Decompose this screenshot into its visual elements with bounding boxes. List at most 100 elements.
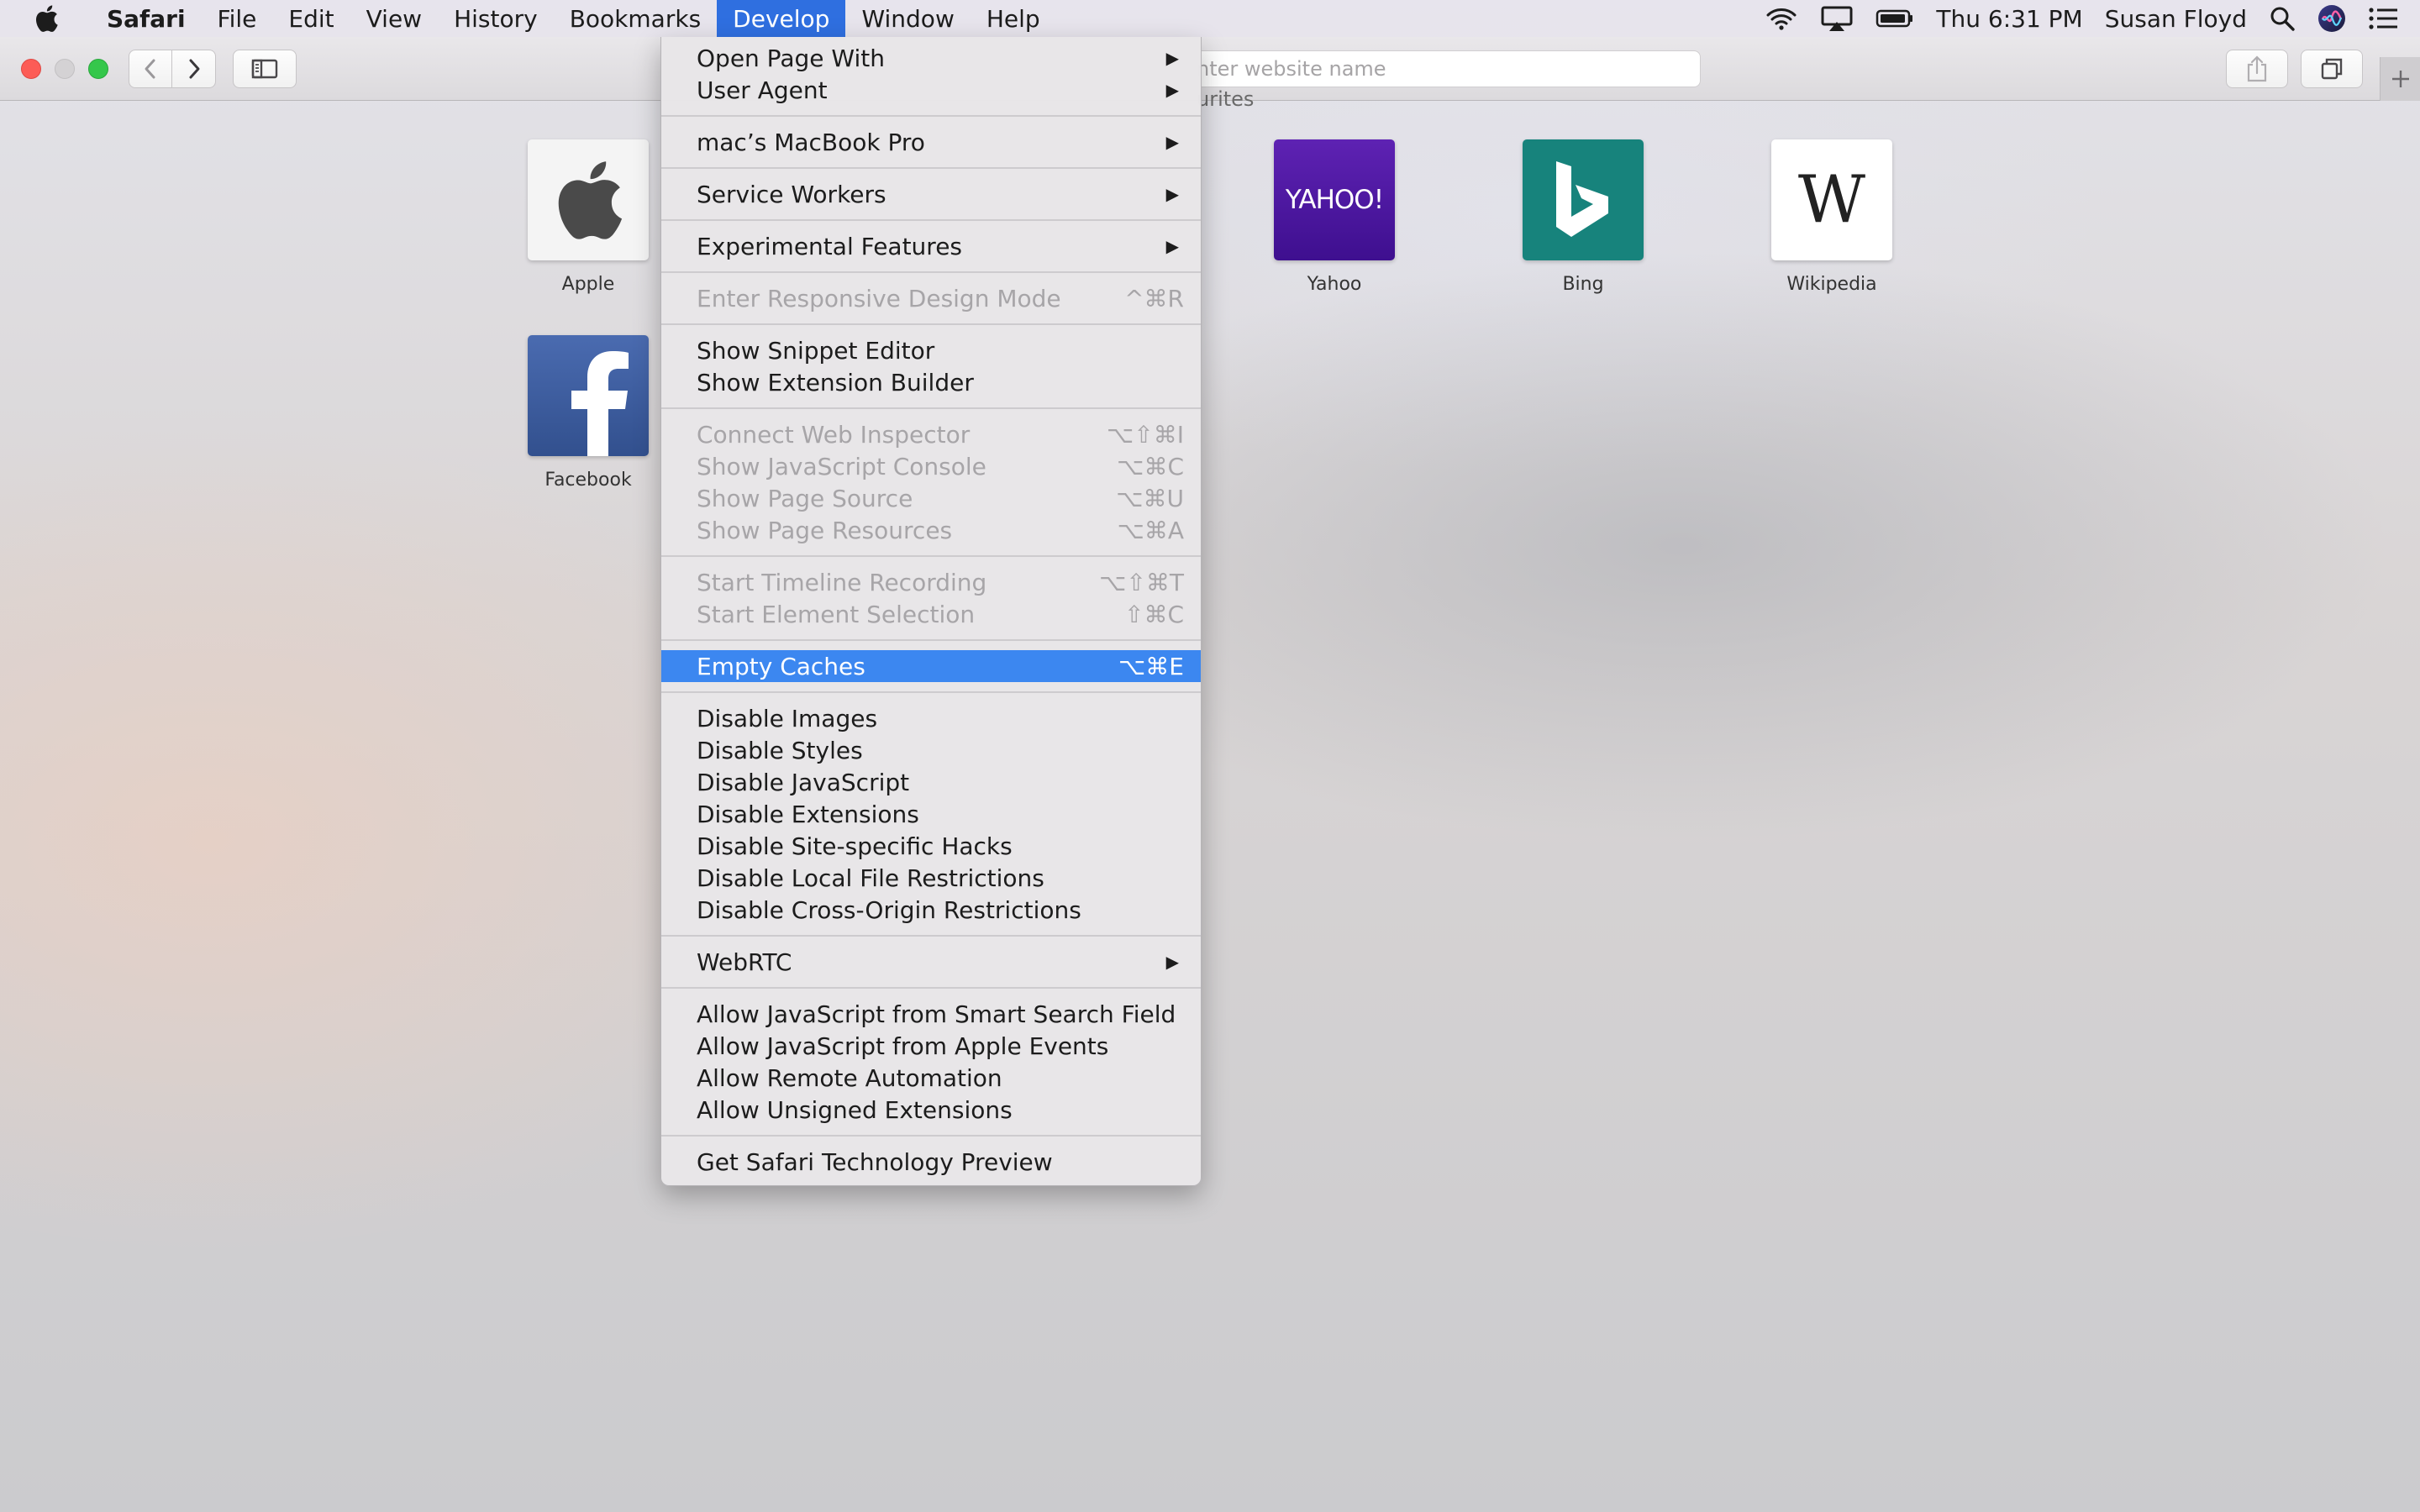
menu-item-disable-extensions[interactable]: Disable Extensions xyxy=(661,798,1201,830)
user-name[interactable]: Susan Floyd xyxy=(2105,5,2247,33)
zoom-window-button[interactable] xyxy=(88,59,108,79)
clock[interactable]: Thu 6:31 PM xyxy=(1936,5,2082,33)
menu-item-label: Experimental Features xyxy=(697,232,963,260)
menu-item-show-snippet-editor[interactable]: Show Snippet Editor xyxy=(661,334,1201,366)
menu-develop[interactable]: Develop xyxy=(717,0,846,37)
menu-item-label: Enter Responsive Design Mode xyxy=(697,284,1061,312)
menu-item-disable-cross-origin-restrictions[interactable]: Disable Cross-Origin Restrictions xyxy=(661,894,1201,926)
share-button[interactable] xyxy=(2226,50,2288,88)
menu-item-label: Allow JavaScript from Smart Search Field xyxy=(697,1000,1176,1028)
favorite-label: Facebook xyxy=(544,470,632,491)
menu-item-disable-javascript[interactable]: Disable JavaScript xyxy=(661,766,1201,798)
menu-window[interactable]: Window xyxy=(845,0,970,37)
back-button[interactable] xyxy=(129,50,172,88)
spotlight-search-icon[interactable] xyxy=(2269,5,2296,32)
forward-icon xyxy=(189,59,199,79)
menu-item-disable-images[interactable]: Disable Images xyxy=(661,702,1201,734)
apple-menu-icon[interactable] xyxy=(32,4,60,33)
new-tab-button[interactable] xyxy=(2380,57,2420,101)
menu-safari[interactable]: Safari xyxy=(91,0,202,37)
menu-item-get-technology-preview[interactable]: Get Safari Technology Preview xyxy=(661,1146,1201,1178)
sidebar-toggle-button[interactable] xyxy=(233,50,297,88)
menu-item-label: Disable Site-specific Hacks xyxy=(697,832,1013,860)
menu-item-allow-js-apple-events[interactable]: Allow JavaScript from Apple Events xyxy=(661,1030,1201,1062)
favorite-yahoo[interactable]: YAHOO! Yahoo xyxy=(1250,139,1418,295)
menu-item-label: Get Safari Technology Preview xyxy=(697,1147,1053,1176)
menu-item-label: User Agent xyxy=(697,76,828,104)
favorite-wikipedia[interactable]: W Wikipedia xyxy=(1748,139,1916,295)
siri-icon[interactable] xyxy=(2317,4,2346,33)
close-window-button[interactable] xyxy=(21,59,41,79)
menu-item-disable-site-specific-hacks[interactable]: Disable Site-specific Hacks xyxy=(661,830,1201,862)
favorite-label: Apple xyxy=(561,274,615,295)
menu-bookmarks[interactable]: Bookmarks xyxy=(554,0,717,37)
menu-item-show-page-resources[interactable]: Show Page Resources ⌥⌘A xyxy=(661,514,1201,546)
favorite-facebook[interactable]: Facebook xyxy=(504,335,672,491)
menu-item-label: Allow Remote Automation xyxy=(697,1063,1002,1092)
menu-item-allow-unsigned-extensions[interactable]: Allow Unsigned Extensions xyxy=(661,1094,1201,1126)
menu-item-responsive-design-mode[interactable]: Enter Responsive Design Mode ^⌘R xyxy=(661,282,1201,314)
menu-help[interactable]: Help xyxy=(971,0,1056,37)
menu-item-label: Start Timeline Recording xyxy=(697,568,987,596)
menu-item-webrtc[interactable]: WebRTC ▶ xyxy=(661,946,1201,978)
wifi-icon[interactable] xyxy=(1765,6,1798,31)
menu-separator xyxy=(661,978,1201,998)
back-icon xyxy=(145,59,155,79)
menu-item-shortcut: ⌥⇧⌘I xyxy=(1107,420,1184,449)
menu-item-show-extension-builder[interactable]: Show Extension Builder xyxy=(661,366,1201,398)
share-icon xyxy=(2247,55,2267,82)
menu-item-allow-remote-automation[interactable]: Allow Remote Automation xyxy=(661,1062,1201,1094)
menu-separator xyxy=(661,262,1201,282)
menu-item-allow-js-smart-search[interactable]: Allow JavaScript from Smart Search Field xyxy=(661,998,1201,1030)
favorite-bing[interactable]: Bing xyxy=(1499,139,1667,295)
menu-item-user-agent[interactable]: User Agent ▶ xyxy=(661,74,1201,106)
facebook-logo-icon xyxy=(528,335,649,456)
favorite-label: Yahoo xyxy=(1307,274,1362,295)
menu-item-shortcut: ⌥⌘A xyxy=(1117,516,1184,544)
favorite-label: Bing xyxy=(1562,274,1604,295)
menu-history[interactable]: History xyxy=(438,0,554,37)
tabs-overview-button[interactable] xyxy=(2301,50,2363,88)
menu-item-empty-caches[interactable]: Empty Caches ⌥⌘E xyxy=(661,650,1201,682)
menu-item-experimental-features[interactable]: Experimental Features ▶ xyxy=(661,230,1201,262)
tabs-overview-icon xyxy=(2321,58,2343,80)
menu-item-disable-local-file-restrictions[interactable]: Disable Local File Restrictions xyxy=(661,862,1201,894)
menu-item-label: Open Page With xyxy=(697,44,885,72)
menu-item-shortcut: ⇧⌘C xyxy=(1123,600,1184,628)
menu-item-shortcut: ^⌘R xyxy=(1124,284,1184,312)
menu-item-device[interactable]: mac’s MacBook Pro ▶ xyxy=(661,126,1201,158)
address-bar[interactable]: nter website name xyxy=(1193,50,1701,87)
menu-item-start-timeline-recording[interactable]: Start Timeline Recording ⌥⇧⌘T xyxy=(661,566,1201,598)
menu-item-start-element-selection[interactable]: Start Element Selection ⇧⌘C xyxy=(661,598,1201,630)
notification-center-icon[interactable] xyxy=(2368,7,2398,30)
menu-edit[interactable]: Edit xyxy=(272,0,350,37)
menu-item-disable-styles[interactable]: Disable Styles xyxy=(661,734,1201,766)
menu-item-label: Allow JavaScript from Apple Events xyxy=(697,1032,1109,1060)
forward-button[interactable] xyxy=(172,50,216,88)
menu-item-show-page-source[interactable]: Show Page Source ⌥⌘U xyxy=(661,482,1201,514)
menu-separator xyxy=(661,314,1201,334)
menu-separator xyxy=(661,546,1201,566)
menu-item-shortcut: ⌥⌘C xyxy=(1117,452,1184,480)
menu-item-label: Connect Web Inspector xyxy=(697,420,971,449)
menu-item-shortcut: ⌥⌘E xyxy=(1118,652,1184,680)
menu-item-connect-web-inspector[interactable]: Connect Web Inspector ⌥⇧⌘I xyxy=(661,418,1201,450)
menu-item-shortcut: ⌥⇧⌘T xyxy=(1099,568,1184,596)
menu-item-open-page-with[interactable]: Open Page With ▶ xyxy=(661,42,1201,74)
menu-separator xyxy=(661,210,1201,230)
menu-item-label: Disable Extensions xyxy=(697,800,919,828)
menu-item-label: Disable JavaScript xyxy=(697,768,910,796)
bing-logo-icon xyxy=(1523,139,1644,260)
minimize-window-button[interactable] xyxy=(55,59,75,79)
airplay-icon[interactable] xyxy=(1820,5,1854,32)
menu-item-service-workers[interactable]: Service Workers ▶ xyxy=(661,178,1201,210)
develop-menu-dropdown: Open Page With ▶ User Agent ▶ mac’s MacB… xyxy=(660,37,1202,1186)
submenu-arrow-icon: ▶ xyxy=(1165,184,1179,204)
menu-separator xyxy=(661,398,1201,418)
menu-file[interactable]: File xyxy=(202,0,273,37)
menu-view[interactable]: View xyxy=(350,0,438,37)
battery-icon[interactable] xyxy=(1876,8,1914,29)
menu-item-show-javascript-console[interactable]: Show JavaScript Console ⌥⌘C xyxy=(661,450,1201,482)
new-tab-icon xyxy=(2391,71,2409,87)
favorite-apple[interactable]: Apple xyxy=(504,139,672,295)
